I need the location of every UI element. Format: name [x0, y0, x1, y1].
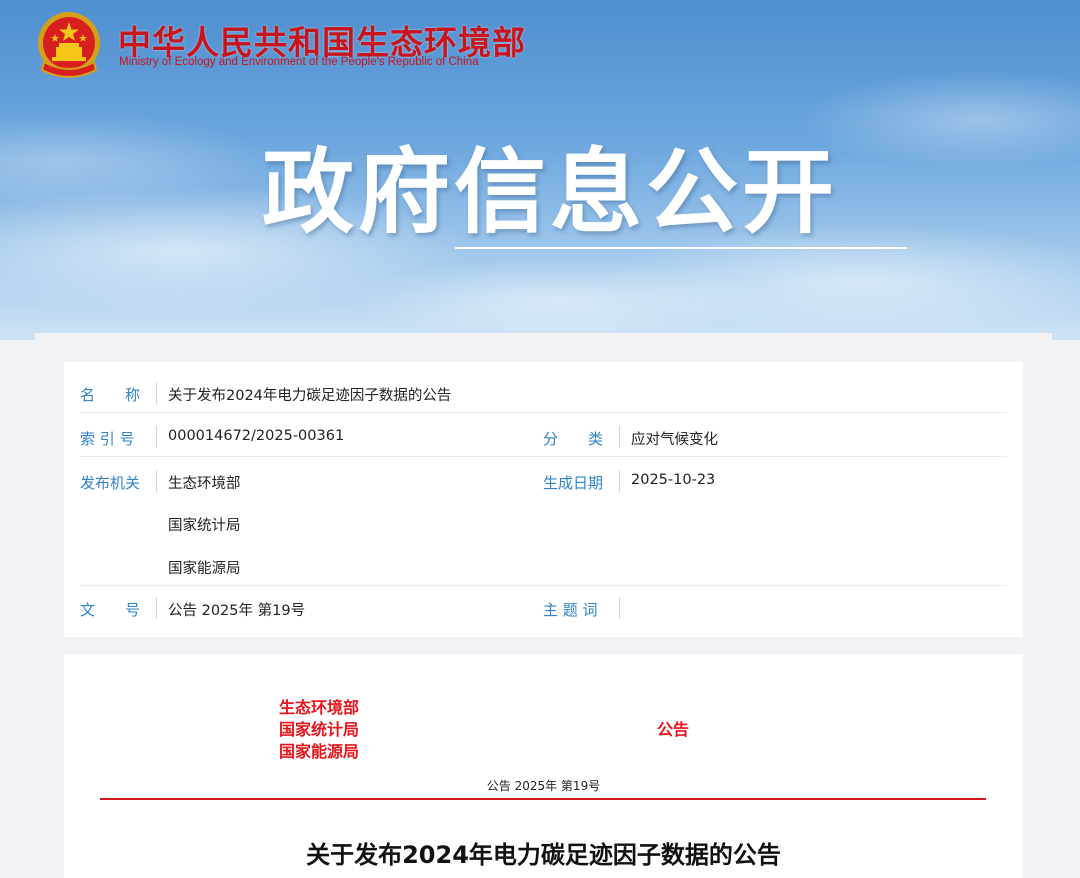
index-label: 索 引 号 — [80, 430, 135, 448]
document-card: 生态环境部 国家统计局 国家能源局 公告 公告 2025年 第19号 关于发布2… — [64, 654, 1023, 878]
national-emblem-icon[interactable] — [34, 10, 104, 82]
date-label: 生成日期 — [543, 474, 604, 492]
banner-title: 政府信息公开 — [262, 139, 839, 246]
docno-label: 文 号 — [80, 601, 141, 619]
name-label: 名 称 — [80, 386, 141, 404]
doc-title: 关于发布2024年电力碳足迹因子数据的公告 — [306, 841, 781, 869]
separator — [156, 597, 157, 619]
keywords-label: 主 题 词 — [543, 601, 598, 619]
category-value: 应对气候变化 — [631, 432, 718, 448]
issuer-value: 国家统计局 — [168, 518, 241, 534]
separator — [619, 426, 620, 448]
meta-row-index: 索 引 号 000014672/2025-00361 分 类 应对气候变化 — [80, 413, 1007, 457]
index-value: 000014672/2025-00361 — [168, 428, 345, 444]
meta-row-docno: 文 号 公告 2025年 第19号 主 题 词 — [80, 586, 1007, 632]
banner-underline — [455, 247, 907, 249]
header-banner: 中华人民共和国生态环境部 Ministry of Ecology and Env… — [0, 0, 1080, 340]
meta-row-name: 名 称 关于发布2024年电力碳足迹因子数据的公告 — [80, 362, 1007, 413]
doc-type: 公告 — [657, 720, 690, 739]
date-value: 2025-10-23 — [631, 472, 716, 488]
category-label: 分 类 — [543, 430, 604, 448]
issuer-value: 国家能源局 — [168, 561, 241, 577]
separator — [619, 597, 620, 619]
doc-number: 公告 2025年 第19号 — [486, 779, 601, 793]
separator — [156, 426, 157, 448]
red-divider — [100, 798, 986, 800]
ministry-name-en[interactable]: Ministry of Ecology and Environment of t… — [119, 56, 479, 68]
doc-issuer: 生态环境部 — [279, 698, 360, 717]
separator — [156, 470, 157, 492]
doc-issuer: 国家统计局 — [279, 720, 360, 739]
issuer-label: 发布机关 — [80, 474, 141, 492]
doc-issuer: 国家能源局 — [279, 742, 360, 761]
name-value: 关于发布2024年电力碳足迹因子数据的公告 — [168, 388, 452, 404]
issuer-value: 生态环境部 — [168, 476, 241, 492]
metadata-card: 名 称 关于发布2024年电力碳足迹因子数据的公告 索 引 号 00001467… — [64, 362, 1023, 637]
separator — [619, 470, 620, 492]
meta-row-issuer: 发布机关 生态环境部 国家统计局 国家能源局 生成日期 2025-10-23 — [80, 457, 1007, 586]
separator — [156, 382, 157, 404]
docno-value: 公告 2025年 第19号 — [168, 603, 306, 619]
